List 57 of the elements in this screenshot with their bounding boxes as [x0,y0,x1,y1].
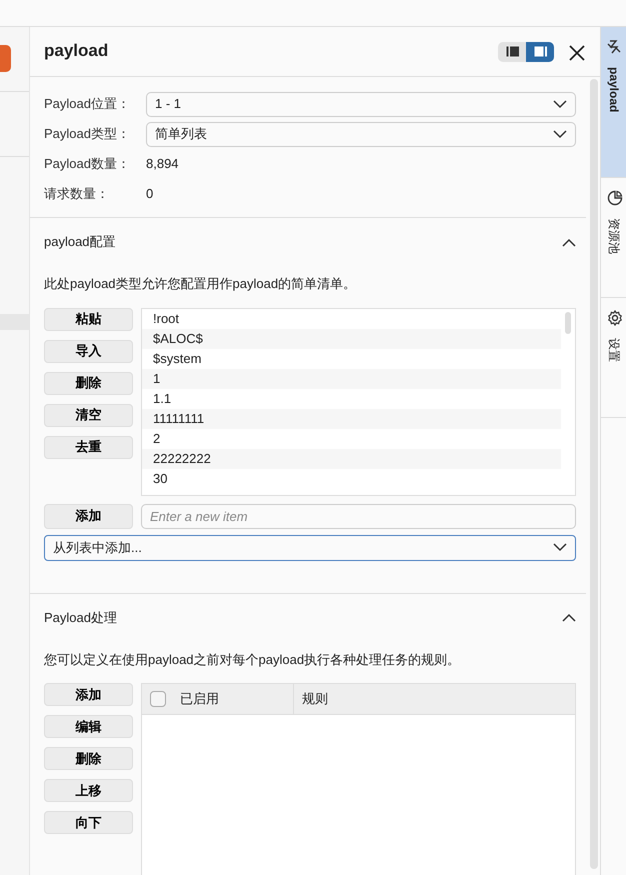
side-tab[interactable]: 资源池 [601,178,626,298]
list-item[interactable]: 1.1 [142,388,561,408]
list-item[interactable]: 11111111 [142,408,561,428]
chevron-down-icon [553,100,567,108]
list-item[interactable]: !root [142,308,561,328]
column-header: 已启用 [180,690,219,708]
chevron-down-icon [553,130,567,138]
add-from-list-dropdown[interactable]: 从列表中添加... [44,534,576,560]
chevron-up-icon[interactable] [562,613,576,622]
list-item[interactable]: 2 [142,428,561,448]
section-description: 您可以定义在使用payload之前对每个payload执行各种处理任务的规则。 [44,650,462,669]
section-title: payload配置 [44,233,116,252]
settings-icon [607,310,623,326]
pie-chart-icon [607,190,623,206]
rule-button[interactable]: 上移 [44,779,133,802]
select-all-checkbox[interactable] [150,691,166,707]
field-label: Payload类型： [44,125,131,144]
new-item-field[interactable]: Enter a new item [141,504,576,528]
section-description: 此处payload类型允许您配置用作payload的简单清单。 [44,275,358,293]
right-panel-icon [534,46,546,57]
scrollbar[interactable] [590,79,598,869]
rule-button[interactable]: 向下 [44,811,133,834]
section-title: Payload处理 [44,608,117,627]
column-header: 规则 [301,690,329,708]
list-item[interactable]: 22222222 [142,448,561,468]
chevron-down-icon [553,543,567,552]
left-panel-icon [506,46,518,57]
panel-title: payload [44,41,110,62]
field-label: Payload数量： [44,155,131,174]
close-button[interactable] [568,42,586,60]
tool-icon [607,39,621,55]
field-label: 请求数量： [44,185,110,204]
field-value: 8,894 [146,155,179,174]
field-value: 0 [146,185,154,204]
list-button[interactable]: 去重 [44,436,133,458]
list-button[interactable]: 删除 [44,372,133,394]
side-tab[interactable]: 设置 [601,298,626,418]
add-button[interactable]: 添加 [44,504,133,528]
scrollbar-thumb[interactable] [565,312,571,334]
list-button[interactable]: 导入 [44,340,133,362]
action-button[interactable] [0,45,11,72]
field-label: Payload位置： [44,95,131,114]
chevron-up-icon[interactable] [562,238,576,246]
list-button[interactable]: 清空 [44,404,133,426]
left-pane-button[interactable] [498,42,526,62]
rule-button[interactable]: 编辑 [44,715,133,738]
list-item[interactable]: 30 [142,468,561,488]
side-tab[interactable]: payload [601,27,626,178]
list-item[interactable]: $ALOC$ [142,328,561,348]
select-field[interactable]: 1 - 1 [146,92,576,116]
list-item[interactable]: $system [142,348,561,368]
right-pane-button[interactable] [526,42,554,62]
list-button[interactable]: 粘贴 [44,308,133,330]
select-field[interactable]: 简单列表 [146,122,576,146]
list-item[interactable]: 1 [142,368,561,388]
rule-button[interactable]: 添加 [44,683,133,706]
rule-button[interactable]: 删除 [44,747,133,770]
